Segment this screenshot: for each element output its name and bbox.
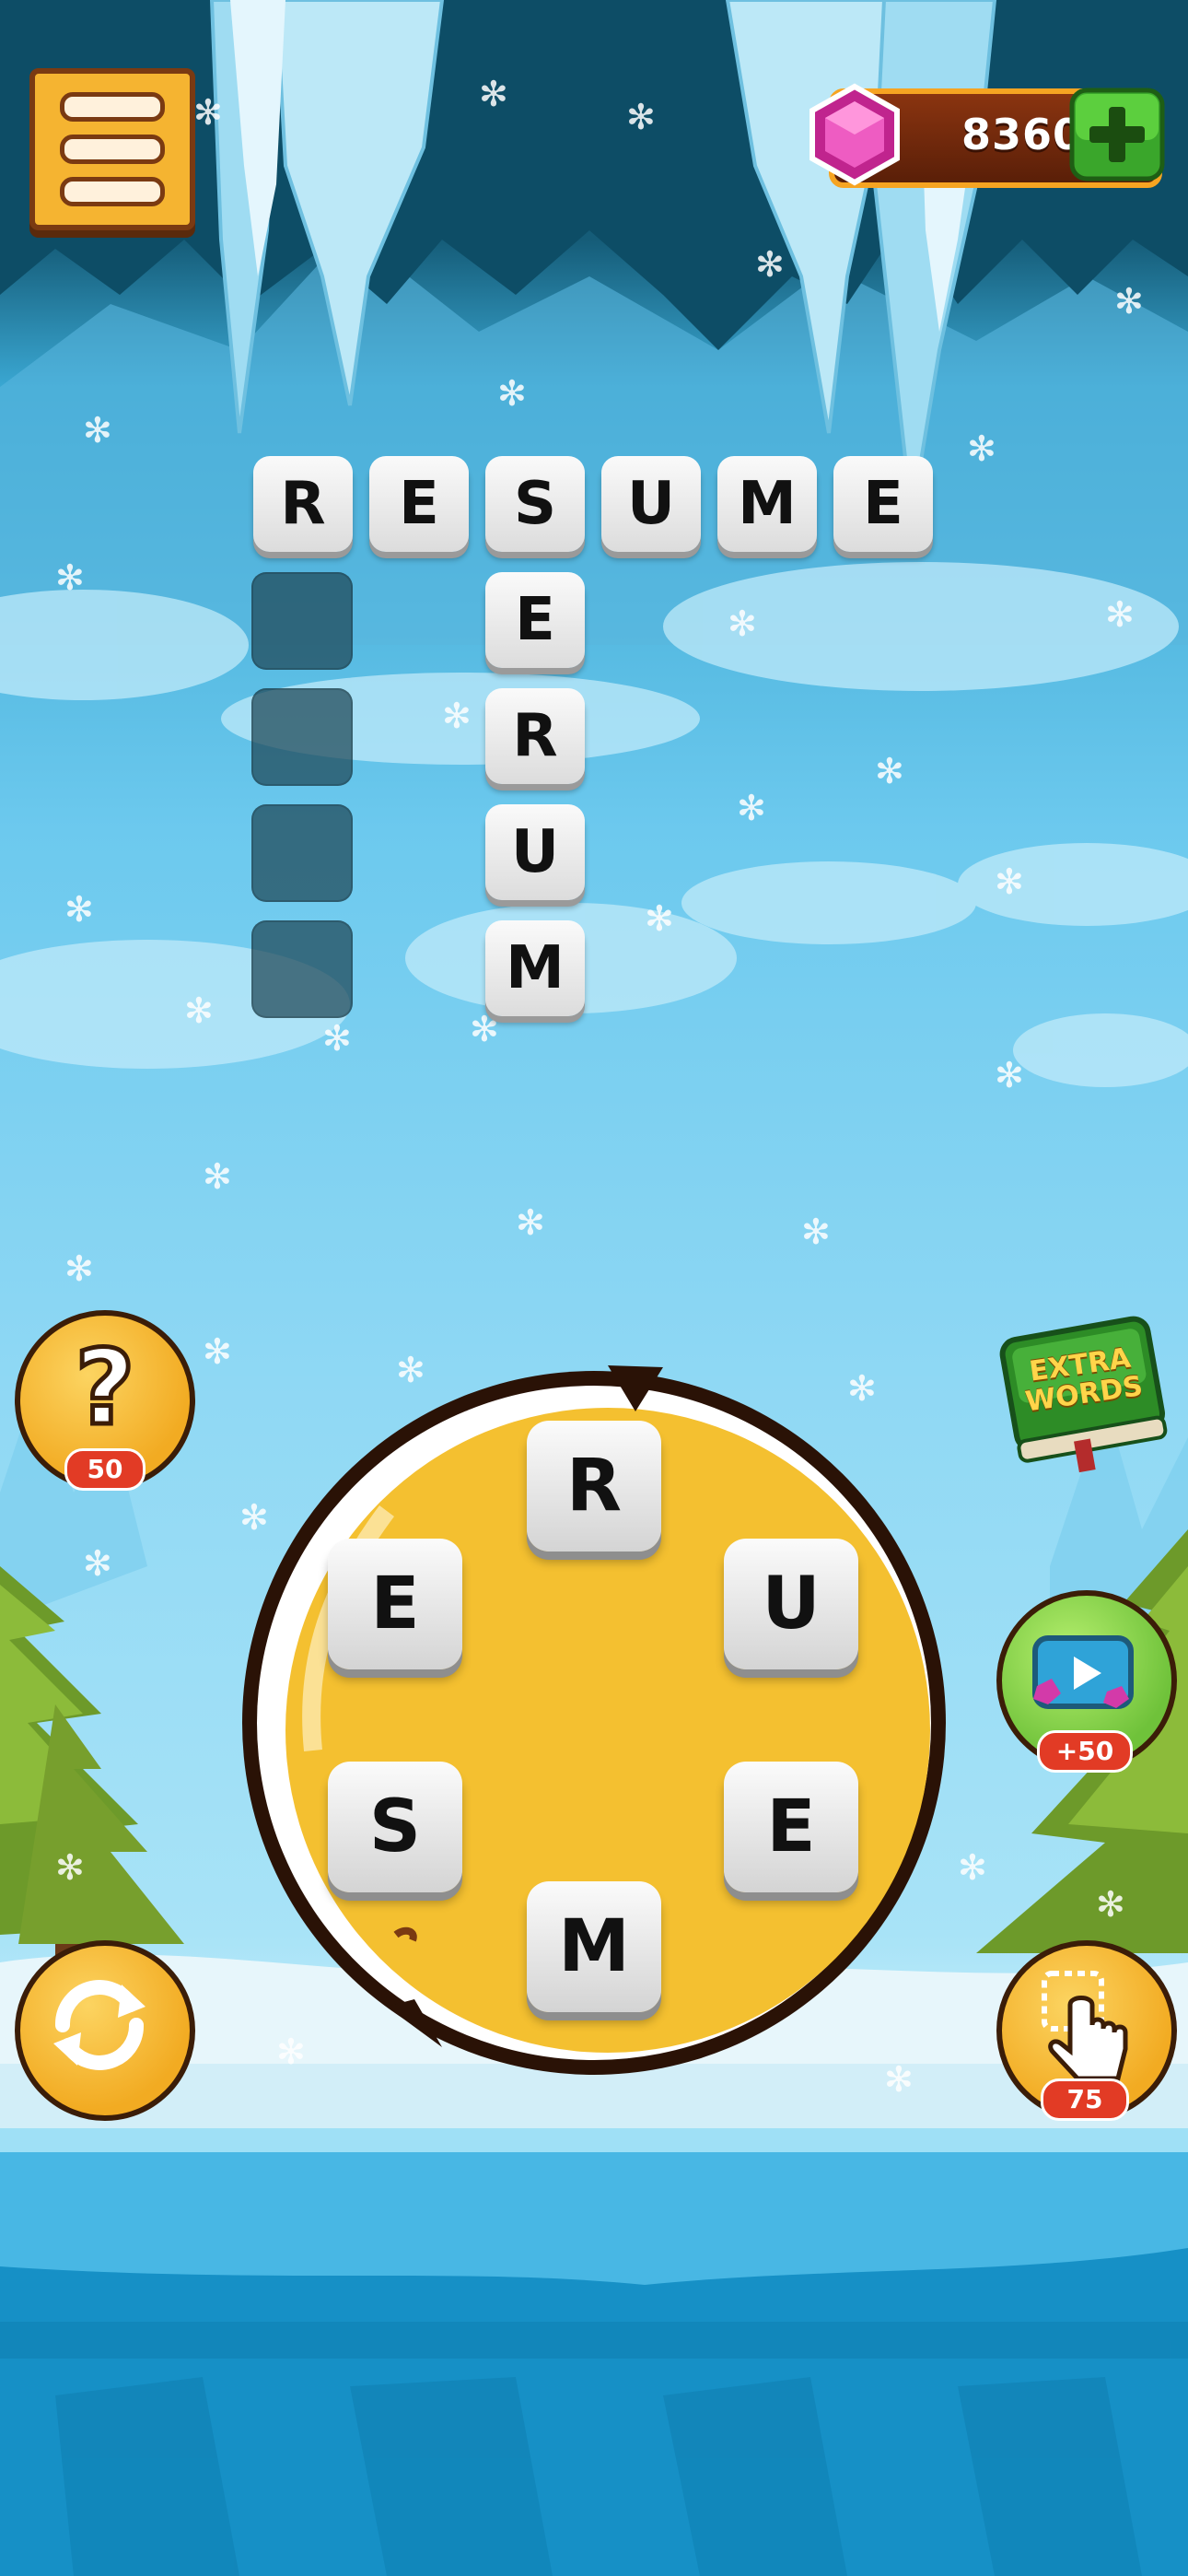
svg-text:✻: ✻ bbox=[64, 889, 94, 930]
svg-text:✻: ✻ bbox=[64, 1248, 94, 1289]
svg-text:✻: ✻ bbox=[1114, 281, 1144, 322]
svg-text:✻: ✻ bbox=[1096, 1884, 1125, 1925]
svg-text:✻: ✻ bbox=[1105, 594, 1135, 635]
menu-icon-bar bbox=[60, 135, 165, 164]
wheel-letter[interactable]: R bbox=[527, 1421, 661, 1551]
grid-tile: E bbox=[833, 456, 933, 552]
svg-text:✻: ✻ bbox=[203, 1331, 232, 1372]
empty-grid-slot bbox=[251, 920, 353, 1018]
video-reward-badge: +50 bbox=[1037, 1730, 1133, 1773]
menu-icon-bar bbox=[60, 177, 165, 206]
grid-tile: E bbox=[485, 572, 585, 668]
svg-text:✻: ✻ bbox=[83, 1543, 112, 1584]
svg-text:✻: ✻ bbox=[396, 1350, 425, 1390]
grid-tile: M bbox=[485, 920, 585, 1016]
svg-text:✻: ✻ bbox=[55, 557, 85, 598]
svg-text:✻: ✻ bbox=[737, 788, 766, 828]
grid-tile: E bbox=[369, 456, 469, 552]
wheel-letter[interactable]: U bbox=[724, 1539, 858, 1669]
svg-text:✻: ✻ bbox=[55, 1847, 85, 1888]
svg-text:✻: ✻ bbox=[516, 1202, 545, 1243]
shuffle-icon bbox=[53, 1980, 146, 2070]
gem-icon bbox=[809, 83, 900, 186]
empty-grid-slot bbox=[251, 572, 353, 670]
svg-text:✻: ✻ bbox=[884, 2059, 914, 2100]
menu-icon-bar bbox=[60, 92, 165, 122]
svg-text:✻: ✻ bbox=[442, 696, 472, 736]
svg-text:✻: ✻ bbox=[479, 74, 508, 114]
svg-text:✻: ✻ bbox=[193, 92, 223, 133]
svg-text:✻: ✻ bbox=[967, 428, 996, 469]
grid-tile: S bbox=[485, 456, 585, 552]
svg-text:✻: ✻ bbox=[755, 244, 785, 285]
add-gems-button[interactable] bbox=[1068, 87, 1166, 182]
svg-text:✻: ✻ bbox=[184, 990, 214, 1031]
svg-text:✻: ✻ bbox=[497, 373, 527, 414]
wheel-letter[interactable]: E bbox=[724, 1762, 858, 1892]
svg-text:✻: ✻ bbox=[995, 1055, 1024, 1095]
svg-text:✻: ✻ bbox=[728, 603, 757, 644]
svg-text:✻: ✻ bbox=[958, 1847, 987, 1888]
background-scene: ✻✻✻ ✻✻✻ ✻✻✻ ✻ ✻✻ ✻✻✻ ✻✻✻ ✻ ✻✻ ✻✻ ✻ ✻✻ ✻ ✻✻✻ … bbox=[0, 0, 1188, 2576]
shuffle-button[interactable] bbox=[15, 1940, 195, 2121]
hint-cost-badge: 50 bbox=[64, 1448, 146, 1491]
svg-text:✻: ✻ bbox=[645, 898, 674, 939]
grid-tile: R bbox=[253, 456, 353, 552]
empty-grid-slot bbox=[251, 688, 353, 786]
svg-text:✻: ✻ bbox=[276, 2032, 306, 2072]
empty-grid-slot bbox=[251, 804, 353, 902]
svg-text:✻: ✻ bbox=[203, 1156, 232, 1197]
svg-text:✻: ✻ bbox=[322, 1018, 352, 1059]
wheel-letter[interactable]: S bbox=[328, 1762, 462, 1892]
question-mark-icon: ? bbox=[73, 1327, 137, 1451]
grid-tile: M bbox=[717, 456, 817, 552]
svg-text:✻: ✻ bbox=[801, 1212, 831, 1252]
grid-tile: U bbox=[485, 804, 585, 900]
svg-text:✻: ✻ bbox=[626, 97, 656, 137]
wheel-letter[interactable]: E bbox=[328, 1539, 462, 1669]
wheel-letter[interactable]: M bbox=[527, 1881, 661, 2012]
grid-tile: R bbox=[485, 688, 585, 784]
svg-text:✻: ✻ bbox=[83, 410, 112, 451]
reveal-cost-badge: 75 bbox=[1041, 2078, 1129, 2121]
svg-text:✻: ✻ bbox=[239, 1497, 269, 1538]
grid-tile: U bbox=[601, 456, 701, 552]
svg-text:✻: ✻ bbox=[875, 751, 904, 791]
menu-button[interactable] bbox=[29, 68, 195, 230]
svg-text:✻: ✻ bbox=[995, 861, 1024, 902]
svg-text:✻: ✻ bbox=[847, 1368, 877, 1409]
